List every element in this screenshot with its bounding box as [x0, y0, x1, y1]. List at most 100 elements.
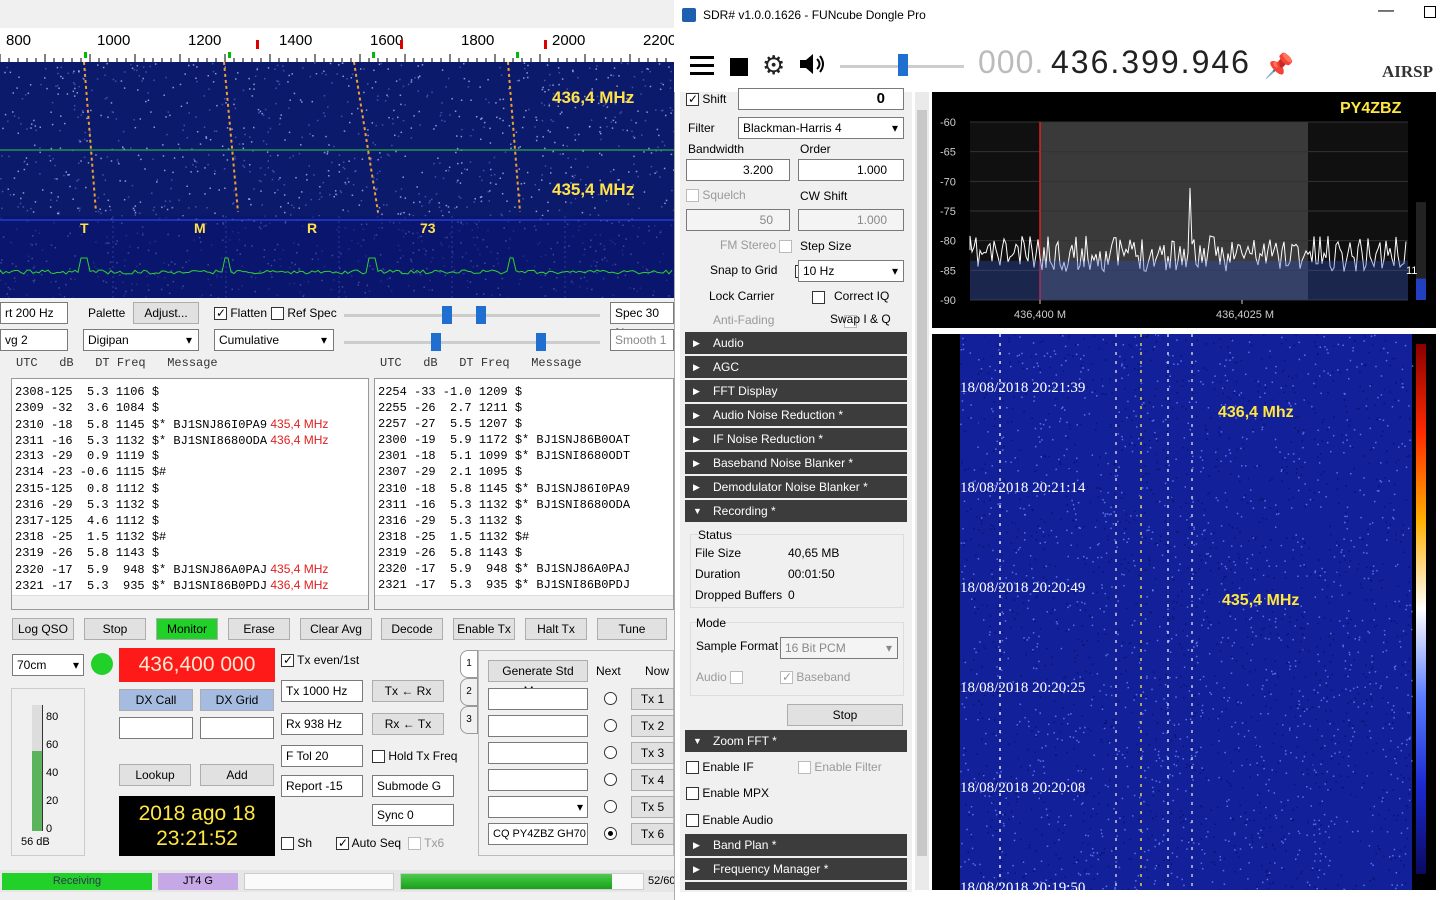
- list-item[interactable]: 2307 -29 2.1 1095 $: [378, 464, 673, 480]
- submode-spinbox[interactable]: Submode G: [372, 775, 454, 797]
- list-item[interactable]: 2315-125 0.8 1112 $: [15, 481, 368, 497]
- vfo-frequency[interactable]: 436.399.946: [1051, 44, 1251, 81]
- shift-checkbox[interactable]: Shift: [686, 91, 726, 107]
- auto-seq-checkbox[interactable]: Auto Seq: [336, 835, 401, 851]
- ref-spec-checkbox[interactable]: Ref Spec: [271, 305, 337, 321]
- tab-2[interactable]: 2: [460, 678, 478, 706]
- slider-thumb[interactable]: [536, 333, 546, 351]
- section-if-noise-reduction[interactable]: IF Noise Reduction *: [685, 428, 907, 450]
- section-audio-noise-reduction[interactable]: Audio Noise Reduction *: [685, 404, 907, 426]
- freq-leading-zeros[interactable]: 000.: [978, 44, 1044, 81]
- erase-button[interactable]: Erase: [228, 618, 290, 640]
- tx-even-checkbox[interactable]: Tx even/1st: [281, 652, 359, 668]
- list-item[interactable]: 2320 -17 5.9 948 $* BJ1SNJ86A0PAJ: [378, 561, 673, 577]
- speaker-icon[interactable]: [798, 52, 826, 76]
- fm-stereo-checkbox[interactable]: [779, 240, 792, 254]
- section-agc[interactable]: AGC: [685, 356, 907, 378]
- list-item[interactable]: 2320 -17 5.9 948 $* BJ1SNJ86A0PAJ 435,4 …: [15, 561, 368, 577]
- enable-if-checkbox[interactable]: Enable IF: [686, 759, 754, 775]
- tx-freq-spinbox[interactable]: Tx 1000 Hz: [281, 680, 363, 702]
- audio-rec-checkbox[interactable]: Audio: [696, 669, 744, 685]
- list-item[interactable]: 2319 -26 5.8 1143 $: [378, 545, 673, 561]
- next-radio[interactable]: [604, 773, 617, 786]
- sample-format-select[interactable]: 16 Bit PCM ▾: [780, 637, 898, 659]
- list-item[interactable]: 2255 -26 2.7 1211 $: [378, 400, 673, 416]
- gear-icon[interactable]: ⚙: [762, 50, 785, 81]
- volume-thumb[interactable]: [898, 54, 908, 76]
- clear-avg-button[interactable]: Clear Avg: [300, 618, 372, 640]
- list-item[interactable]: 2310 -18 5.8 1145 $* BJ1SNJ86I0PA9 435,4…: [15, 416, 368, 432]
- next-radio-selected[interactable]: [604, 827, 617, 840]
- section-band-plan[interactable]: Band Plan *: [685, 834, 907, 856]
- adjust-button[interactable]: Adjust...: [133, 302, 199, 324]
- list-item[interactable]: 2309 -32 3.6 1084 $: [15, 400, 368, 416]
- list-item[interactable]: 2314 -23 -0.6 1115 $#: [15, 464, 368, 480]
- maximize-icon[interactable]: [1424, 6, 1436, 18]
- list-item[interactable]: 2310 -18 5.8 1145 $* BJ1SNJ86I0PA9: [378, 481, 673, 497]
- tx6-message-input[interactable]: CQ PY4ZBZ GH70: [488, 823, 588, 845]
- monitor-button[interactable]: Monitor: [156, 618, 218, 640]
- tx1-button[interactable]: Tx 1: [631, 688, 674, 710]
- section-fft-display[interactable]: FFT Display: [685, 380, 907, 402]
- lookup-button[interactable]: Lookup: [119, 764, 191, 786]
- add-button[interactable]: Add: [200, 764, 274, 786]
- log-qso-button[interactable]: Log QSO: [12, 618, 74, 640]
- spec-spinbox[interactable]: Spec 30 %: [610, 302, 674, 340]
- avg-spinbox[interactable]: vg 2: [0, 329, 68, 351]
- stop-icon[interactable]: [730, 58, 748, 76]
- enable-audio-checkbox[interactable]: Enable Audio: [686, 812, 773, 828]
- minimize-icon[interactable]: —: [1378, 2, 1394, 20]
- list-item[interactable]: 2300 -19 5.9 1172 $* BJ1SNJ86B0OAT: [378, 432, 673, 448]
- tab-1[interactable]: 1: [460, 650, 478, 678]
- list-item[interactable]: 2318 -25 1.5 1132 $#: [15, 529, 368, 545]
- tx4-message-input[interactable]: [488, 769, 588, 791]
- panel-scrollbar-thumb[interactable]: [917, 110, 927, 856]
- list-item[interactable]: 2311 -16 5.3 1132 $* BJ1SNI8680ODA: [378, 497, 673, 513]
- smooth-spinbox[interactable]: Smooth 1: [610, 329, 674, 351]
- slider-thumb[interactable]: [431, 333, 441, 351]
- section-demodulator-noise-blanker[interactable]: Demodulator Noise Blanker *: [685, 476, 907, 498]
- next-radio[interactable]: [604, 692, 617, 705]
- section-baseband-noise-blanker[interactable]: Baseband Noise Blanker *: [685, 452, 907, 474]
- next-radio[interactable]: [604, 719, 617, 732]
- tx5-message-select[interactable]: ▾: [488, 796, 588, 818]
- tx2-button[interactable]: Tx 2: [631, 715, 674, 737]
- sdr-spectrum[interactable]: -60 -65 -70 -75 -80 -85 -90 436,400 M 436,4025 M…: [932, 92, 1436, 328]
- horizontal-scrollbar[interactable]: [375, 595, 673, 609]
- section-zoom-fft[interactable]: Zoom FFT *: [685, 730, 907, 752]
- band-activity-list[interactable]: 2308-125 5.3 1106 $2309 -32 3.6 1084 $23…: [11, 378, 369, 610]
- enable-filter-checkbox[interactable]: Enable Filter: [798, 759, 882, 775]
- list-item[interactable]: 2321 -17 5.3 935 $* BJ1SNI86B0PDJ 436,4 …: [15, 577, 368, 593]
- record-stop-button[interactable]: Stop: [787, 704, 903, 726]
- section-audio[interactable]: Audio: [685, 332, 907, 354]
- next-radio[interactable]: [604, 746, 617, 759]
- halt-tx-button[interactable]: Halt Tx: [525, 618, 587, 640]
- list-item[interactable]: 2316 -29 5.3 1132 $: [15, 497, 368, 513]
- list-item[interactable]: 2317-125 4.6 1112 $: [15, 513, 368, 529]
- tx4-button[interactable]: Tx 4: [631, 769, 674, 791]
- tx1-message-input[interactable]: [488, 688, 588, 710]
- sh-checkbox[interactable]: Sh: [281, 835, 312, 851]
- palette-select[interactable]: Digipan ▾: [83, 329, 199, 351]
- list-item[interactable]: 2318 -25 1.5 1132 $#: [378, 529, 673, 545]
- wsjt-waterfall[interactable]: 436,4 MHz 435,4 MHz T M R 73: [0, 62, 674, 298]
- dx-call-input[interactable]: [119, 717, 193, 739]
- list-item[interactable]: 2316 -29 5.3 1132 $: [378, 513, 673, 529]
- bins-spinbox[interactable]: rt 200 Hz: [0, 302, 68, 324]
- tx6-button[interactable]: Tx 6: [631, 823, 674, 845]
- ftol-spinbox[interactable]: F Tol 20: [281, 745, 363, 767]
- band-select[interactable]: 70cm ▾: [12, 654, 84, 676]
- step-size-select[interactable]: 10 Hz ▾: [798, 260, 904, 282]
- pin-icon[interactable]: 📌: [1264, 52, 1294, 81]
- filter-select[interactable]: Blackman-Harris 4 ▾: [738, 117, 904, 139]
- tx-from-rx-button[interactable]: Tx ← Rx: [372, 680, 444, 702]
- next-radio[interactable]: [604, 800, 617, 813]
- menu-icon[interactable]: [690, 56, 714, 59]
- tx6-checkbox[interactable]: Tx6: [408, 835, 444, 851]
- rx-freq-spinbox[interactable]: Rx 938 Hz: [281, 713, 363, 735]
- list-item[interactable]: 2254 -33 -1.0 1209 $: [378, 384, 673, 400]
- cumulative-select[interactable]: Cumulative ▾: [214, 329, 334, 351]
- cw-shift-spinbox[interactable]: 1.000: [798, 209, 904, 231]
- enable-tx-button[interactable]: Enable Tx: [453, 618, 515, 640]
- tab-3[interactable]: 3: [460, 706, 478, 734]
